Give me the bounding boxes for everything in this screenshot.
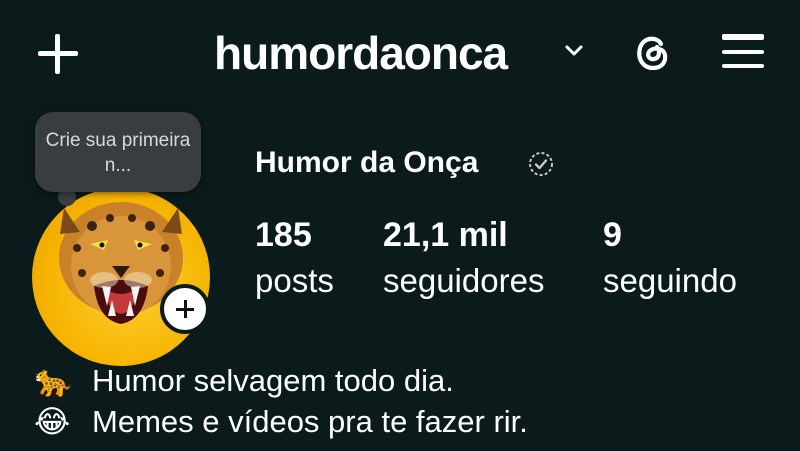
- username-switcher[interactable]: humordaonca: [214, 26, 508, 80]
- note-text[interactable]: Crie sua primeira n...: [35, 128, 201, 178]
- menu-button[interactable]: [722, 34, 764, 70]
- posts-count[interactable]: 185: [255, 216, 312, 255]
- bio-text: Humor selvagem todo dia.: [92, 363, 454, 398]
- jaguar-illustration: [59, 202, 183, 324]
- display-name: Humor da Onça: [255, 146, 479, 179]
- create-button[interactable]: [36, 32, 80, 76]
- bio-text: Memes e vídeos pra te fazer rir.: [92, 404, 528, 439]
- bio-line: 🐆 Humor selvagem todo dia.: [34, 362, 454, 399]
- laughing-emoji-icon: 😂: [34, 404, 71, 439]
- chevron-down-icon[interactable]: [563, 40, 585, 62]
- posts-label[interactable]: posts: [255, 262, 334, 300]
- threads-button[interactable]: [630, 30, 674, 74]
- threads-icon: [637, 36, 668, 71]
- followers-count[interactable]: 21,1 mil: [383, 216, 508, 255]
- bio-line: 😂 Memes e vídeos pra te fazer rir.: [34, 404, 528, 440]
- hamburger-menu-icon: [722, 34, 764, 68]
- followers-label[interactable]: seguidores: [383, 262, 544, 300]
- avatar-image: [32, 188, 210, 366]
- leopard-emoji-icon: 🐆: [34, 363, 73, 398]
- following-label[interactable]: seguindo: [603, 262, 737, 300]
- verified-badge-icon: [527, 150, 555, 178]
- add-story-button[interactable]: [160, 284, 210, 334]
- following-count[interactable]: 9: [603, 216, 622, 255]
